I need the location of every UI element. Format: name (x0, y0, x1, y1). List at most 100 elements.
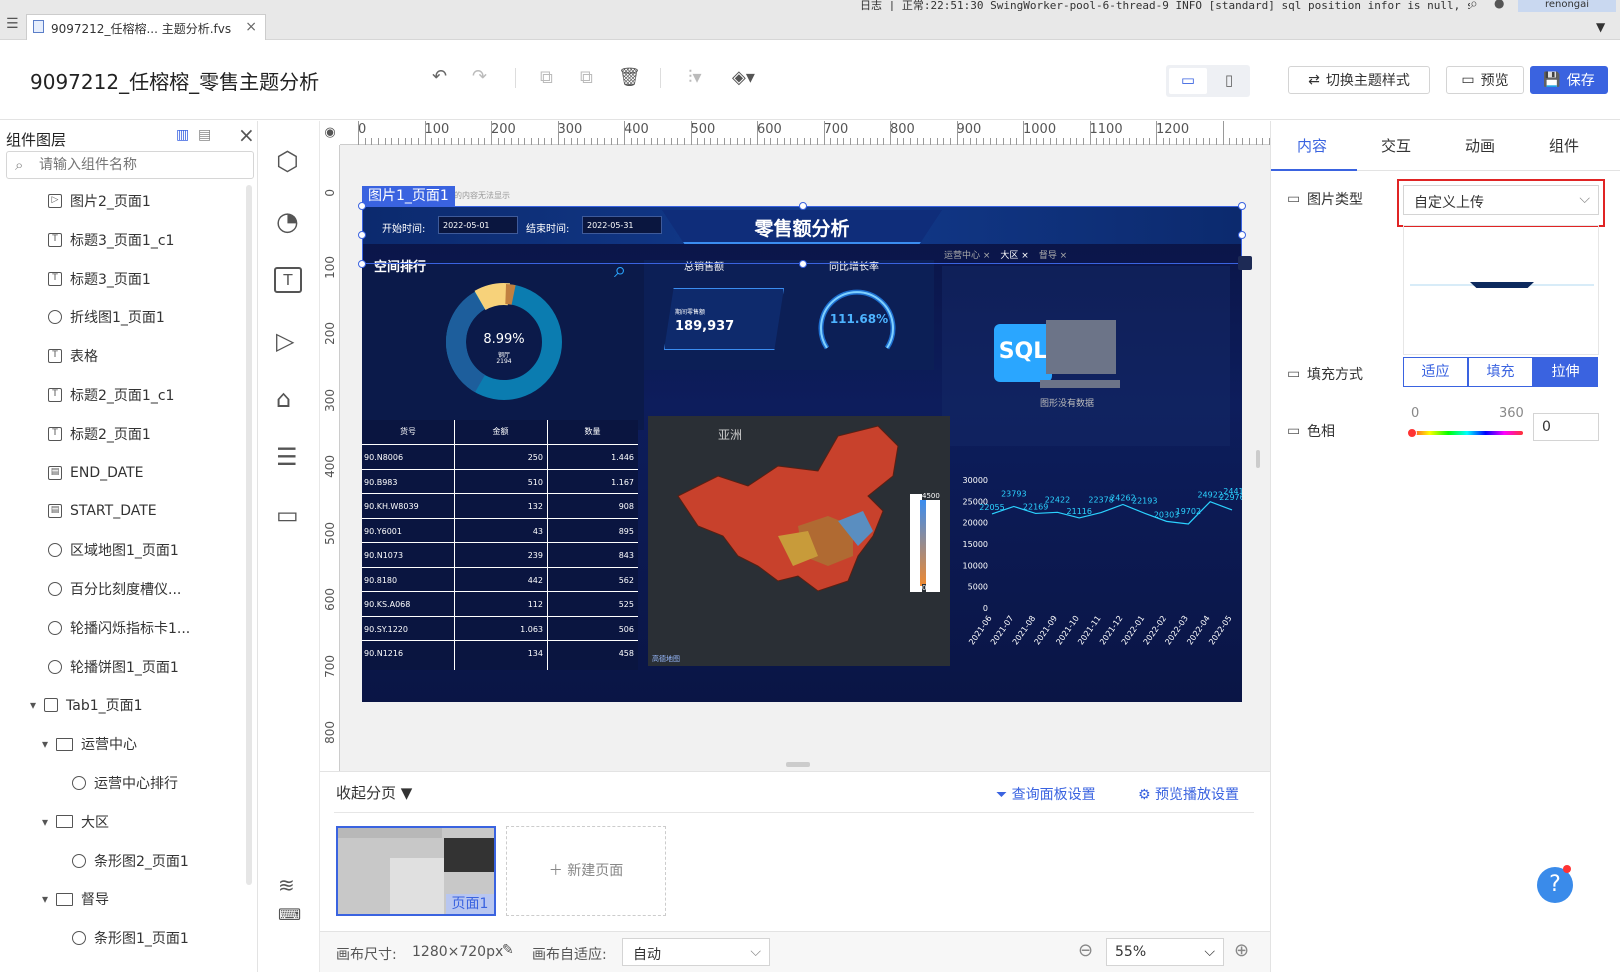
hue-input[interactable]: 0 (1533, 413, 1599, 441)
layer-item[interactable]: T 标题3_页面1_c1 (48, 228, 174, 252)
scrollbar[interactable] (246, 185, 252, 885)
layer-item[interactable]: T 标题2_页面1 (48, 422, 151, 446)
layers-icon[interactable]: ≋ (278, 873, 295, 897)
eye-icon[interactable]: ◉ (320, 121, 340, 145)
new-page-button[interactable]: ＋ 新建页面 (506, 826, 666, 916)
edit-icon[interactable]: ✎ (502, 942, 514, 958)
hue-thumb[interactable] (1407, 428, 1417, 438)
layer-item[interactable]: ▾ Tab1_页面1 (30, 693, 143, 717)
copy-icon[interactable]: ⧉ (540, 67, 553, 88)
layer-item[interactable]: 条形图1_页面1 (72, 926, 189, 950)
bell-icon[interactable]: ● (1494, 0, 1504, 10)
ruler-mark (690, 121, 692, 145)
rotate-handle[interactable] (1238, 256, 1252, 270)
cube-icon[interactable]: ⬡ (276, 147, 299, 177)
keyboard-icon[interactable]: ⌨ (278, 905, 301, 924)
dashboard[interactable]: 零售额分析 开始时间: 2022-05-01 结束时间: 2022-05-31 … (362, 206, 1242, 702)
resize-handle[interactable] (358, 231, 366, 239)
canvas-hscrollbar[interactable] (786, 762, 810, 767)
props-tab[interactable]: 交互 (1381, 135, 1411, 156)
layer-item[interactable]: ▷ 图片2_页面1 (48, 189, 151, 213)
table-cell: 132 (527, 502, 543, 511)
preview-button[interactable]: ▭ 预览 (1446, 66, 1524, 94)
resize-handle[interactable] (799, 202, 807, 210)
video-icon[interactable]: ▷ (276, 327, 294, 355)
fill-option[interactable]: 填充 (1468, 357, 1533, 387)
paste-icon[interactable]: ⧉ (580, 67, 593, 88)
layer-item[interactable]: ▤ START_DATE (48, 499, 157, 523)
layer-order-icon[interactable]: ◈▾ (732, 67, 755, 88)
ruler-mark (1096, 138, 1098, 145)
layer-item[interactable]: 百分比刻度槽仪... (48, 577, 181, 601)
table-cell: 1.446 (611, 453, 634, 462)
ruler-mark (1175, 138, 1177, 145)
resize-handle[interactable] (358, 260, 366, 268)
zoom-select[interactable]: 55% ⌵ (1106, 938, 1224, 966)
layer-item[interactable]: ▤ END_DATE (48, 461, 144, 485)
redo-icon[interactable]: ↷ (472, 66, 487, 87)
canvas-scrollbar[interactable] (1256, 450, 1260, 468)
save-button[interactable]: 💾 保存 (1530, 66, 1608, 94)
layer-item[interactable]: 轮播闪烁指标卡1... (48, 616, 190, 640)
ruler-mark (1029, 138, 1031, 145)
fit-select[interactable]: 自动 ⌵ (622, 938, 770, 966)
hue-slider[interactable] (1407, 428, 1523, 438)
image-preview[interactable] (1403, 225, 1599, 355)
layer-item[interactable]: 折线图1_页面1 (48, 305, 165, 329)
layer-search[interactable]: ⌕ (6, 151, 254, 179)
desktop-icon[interactable]: ▭ (1169, 68, 1207, 94)
expand-caret-icon[interactable]: ▾ (42, 737, 48, 751)
pie-icon[interactable]: ◔ (276, 207, 299, 237)
resize-handle[interactable] (799, 260, 807, 268)
layer-item[interactable]: 运营中心排行 (72, 771, 178, 795)
sql-panel: SQL 图形没有数据 (942, 266, 1230, 446)
table-icon[interactable]: ☰ (276, 443, 298, 471)
layer-item[interactable]: 轮播饼图1_页面1 (48, 655, 179, 679)
browser-tab[interactable]: 9097212_任榕榕... 主题分析.fvs × (26, 14, 266, 40)
archive-icon[interactable]: ▭ (276, 501, 299, 529)
expand-caret-icon[interactable]: ▾ (42, 815, 48, 829)
mobile-icon[interactable]: ▯ (1210, 68, 1248, 94)
user-badge[interactable]: renongai (1518, 0, 1616, 12)
layer-item[interactable]: T 表格 (48, 344, 98, 368)
window-menu-icon[interactable]: ▼ (1596, 20, 1605, 34)
app-menu-icon[interactable]: ☰ (6, 16, 19, 32)
delete-icon[interactable]: 🗑 (618, 67, 641, 88)
resize-handle[interactable] (358, 202, 366, 210)
zoom-in-icon[interactable]: ⊕ (1234, 940, 1249, 961)
collapse-pages[interactable]: 收起分页 ▼ (336, 782, 412, 803)
close-icon[interactable]: × (238, 123, 255, 147)
layer-item[interactable]: ▾ 督导 (42, 887, 109, 911)
query-settings-link[interactable]: ⏷ 查询面板设置 (996, 784, 1096, 804)
layer-item[interactable]: T 标题3_页面1 (48, 267, 151, 291)
switch-theme-button[interactable]: ⇄ 切换主题样式 (1288, 66, 1430, 94)
selection-box[interactable] (362, 206, 1242, 264)
layer-item[interactable]: 条形图2_页面1 (72, 849, 189, 873)
layer-item[interactable]: ▾ 运营中心 (42, 732, 137, 756)
props-tab[interactable]: 内容 (1297, 135, 1327, 156)
layout-toggle-icon-2[interactable]: ▤ (198, 127, 211, 143)
expand-caret-icon[interactable]: ▾ (30, 698, 36, 712)
image-type-select[interactable]: 自定义上传 ⌵ (1403, 185, 1599, 215)
page-thumbnail-1[interactable]: 页面1 (336, 826, 496, 916)
text-icon[interactable]: T (274, 267, 302, 293)
props-tab[interactable]: 动画 (1465, 135, 1495, 156)
search-icon[interactable]: ⌕ (1470, 0, 1478, 12)
layer-item[interactable]: T 标题2_页面1_c1 (48, 383, 174, 407)
widget-icon[interactable]: ⌂ (276, 385, 291, 413)
tab-close-icon[interactable]: × (245, 19, 257, 35)
layer-search-input[interactable] (39, 154, 249, 176)
layer-item[interactable]: 区域地图1_页面1 (48, 538, 179, 562)
layer-item[interactable]: ▾ 大区 (42, 810, 109, 834)
props-tab[interactable]: 组件 (1549, 135, 1579, 156)
fill-option[interactable]: 适应 (1403, 357, 1468, 387)
align-icon[interactable]: ⫶▾ (688, 67, 702, 88)
expand-caret-icon[interactable]: ▾ (42, 892, 48, 906)
preview-settings-link[interactable]: ⚙ 预览播放设置 (1138, 784, 1239, 804)
fill-option[interactable]: 拉伸 (1533, 357, 1598, 387)
zoom-out-icon[interactable]: ⊖ (1078, 940, 1093, 961)
undo-icon[interactable]: ↶ (432, 66, 447, 87)
resize-handle[interactable] (1238, 231, 1246, 239)
resize-handle[interactable] (1238, 202, 1246, 210)
layout-toggle-icon[interactable]: ▥ (176, 127, 189, 143)
